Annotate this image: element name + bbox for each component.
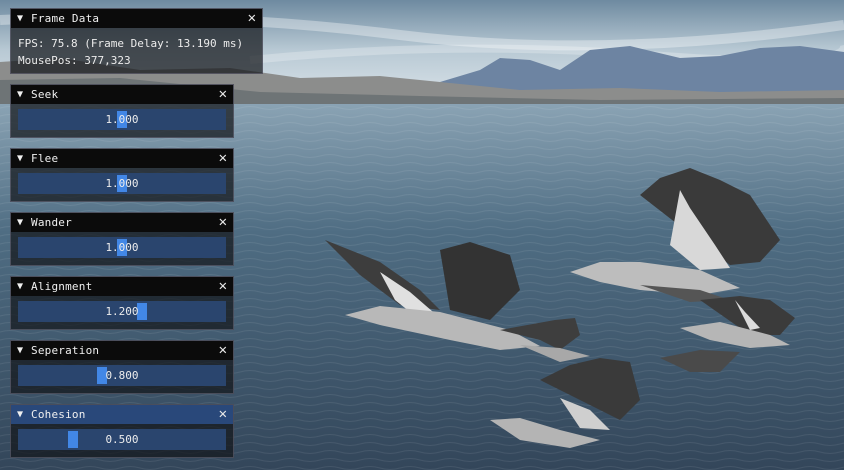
slider-window-titlebar[interactable]: ▼ Alignment ✕ (11, 277, 233, 296)
slider-value-text: 1.200 (105, 305, 139, 318)
slider-window-titlebar[interactable]: ▼ Flee ✕ (11, 149, 233, 168)
collapse-triangle-icon[interactable]: ▼ (17, 345, 31, 356)
slider-value-text: 1.000 (105, 177, 139, 190)
value-slider[interactable]: 0.500 (18, 429, 226, 450)
collapse-triangle-icon[interactable]: ▼ (17, 409, 31, 420)
slider-window-titlebar[interactable]: ▼ Cohesion ✕ (11, 405, 233, 424)
collapse-triangle-icon[interactable]: ▼ (17, 13, 31, 24)
slider-value-text: 1.000 (105, 113, 139, 126)
slider-window-flee[interactable]: ▼ Flee ✕ 1.000 (10, 148, 234, 202)
slider-value-text: 0.800 (105, 369, 139, 382)
window-title: Seek (31, 88, 59, 101)
slider-window-titlebar[interactable]: ▼ Seperation ✕ (11, 341, 233, 360)
mouse-position-readout: MousePos: 377,323 (18, 54, 131, 67)
window-title: Frame Data (31, 12, 100, 25)
value-slider[interactable]: 1.000 (18, 237, 226, 258)
close-x-icon[interactable]: ✕ (248, 10, 256, 27)
value-slider[interactable]: 0.800 (18, 365, 226, 386)
frame-data-titlebar[interactable]: ▼ Frame Data ✕ (11, 9, 262, 28)
close-x-icon[interactable]: ✕ (219, 150, 227, 167)
window-title: Flee (31, 152, 59, 165)
collapse-triangle-icon[interactable]: ▼ (17, 281, 31, 292)
slider-window-seek[interactable]: ▼ Seek ✕ 1.000 (10, 84, 234, 138)
value-slider[interactable]: 1.200 (18, 301, 226, 322)
slider-window-cohesion[interactable]: ▼ Cohesion ✕ 0.500 (10, 404, 234, 458)
value-slider[interactable]: 1.000 (18, 173, 226, 194)
close-x-icon[interactable]: ✕ (219, 278, 227, 295)
window-title: Cohesion (31, 408, 86, 421)
slider-window-titlebar[interactable]: ▼ Wander ✕ (11, 213, 233, 232)
collapse-triangle-icon[interactable]: ▼ (17, 153, 31, 164)
slider-window-alignment[interactable]: ▼ Alignment ✕ 1.200 (10, 276, 234, 330)
close-x-icon[interactable]: ✕ (219, 86, 227, 103)
collapse-triangle-icon[interactable]: ▼ (17, 217, 31, 228)
slider-value-text: 0.500 (105, 433, 139, 446)
slider-window-seperation[interactable]: ▼ Seperation ✕ 0.800 (10, 340, 234, 394)
slider-window-titlebar[interactable]: ▼ Seek ✕ (11, 85, 233, 104)
window-title: Seperation (31, 344, 100, 357)
collapse-triangle-icon[interactable]: ▼ (17, 89, 31, 100)
close-x-icon[interactable]: ✕ (219, 214, 227, 231)
value-slider[interactable]: 1.000 (18, 109, 226, 130)
close-x-icon[interactable]: ✕ (219, 342, 227, 359)
window-title: Wander (31, 216, 72, 229)
slider-window-wander[interactable]: ▼ Wander ✕ 1.000 (10, 212, 234, 266)
slider-value-text: 1.000 (105, 241, 139, 254)
window-title: Alignment (31, 280, 93, 293)
close-x-icon[interactable]: ✕ (219, 406, 227, 423)
fps-readout: FPS: 75.8 (Frame Delay: 13.190 ms) (18, 37, 244, 50)
frame-data-window[interactable]: ▼ Frame Data ✕ FPS: 75.8 (Frame Delay: 1… (10, 8, 263, 74)
